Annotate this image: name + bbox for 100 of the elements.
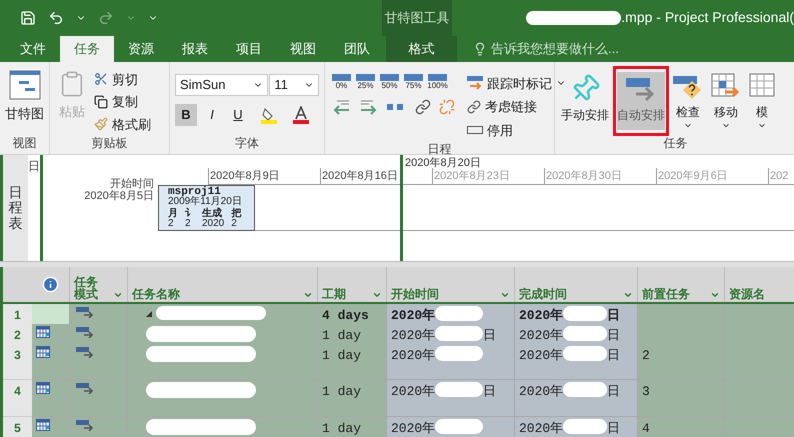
copy-button[interactable]: 复制	[94, 92, 151, 112]
percent-complete-button[interactable]: 25%	[355, 74, 376, 91]
indent-icon[interactable]	[359, 98, 379, 115]
task-mode-button[interactable]: 模	[745, 66, 779, 136]
save-icon[interactable]	[20, 10, 36, 26]
bar-field-label: 讠	[185, 208, 195, 219]
percent-complete-button[interactable]: 75%	[403, 74, 424, 91]
ribbon-tab[interactable]: 任务	[60, 36, 114, 62]
timescale-label: 2020年8月9日	[208, 168, 320, 184]
finish-cell-text: 日	[607, 347, 620, 365]
link-icon[interactable]	[415, 98, 431, 115]
auto-scheduled-icon	[76, 382, 94, 394]
context-group-label: 甘特图工具	[382, 0, 452, 36]
task-mode-button[interactable]: 自动安排	[613, 66, 669, 136]
info-icon	[42, 276, 59, 293]
gantt-chart-button[interactable]: 甘特图	[5, 70, 44, 124]
start-cell-text: 2020年	[391, 420, 436, 437]
cut-button[interactable]: 剪切	[94, 70, 151, 90]
column-header[interactable]: 任务 模式	[70, 267, 128, 302]
column-header[interactable]: 任务名称	[128, 267, 318, 302]
start-cell-text: 日	[483, 327, 496, 344]
task-mode-button[interactable]: 检查	[669, 66, 707, 136]
underline-button[interactable]: U	[227, 104, 249, 126]
start-cell-text: 2020年	[391, 327, 436, 344]
redaction-mark	[435, 326, 484, 341]
timescale-label: 2020年8月23日	[432, 168, 544, 184]
finish-cell-text: 2020年	[519, 347, 564, 365]
font-name-dropdown[interactable]: SimSun	[175, 74, 268, 96]
italic-button[interactable]: I	[201, 104, 223, 126]
percent-complete-button[interactable]: 0%	[331, 74, 352, 91]
timescale-label: 202	[768, 168, 788, 184]
finish-cell-text: 2020年	[519, 327, 564, 344]
font-size-dropdown[interactable]: 11	[269, 74, 319, 96]
link-check-icon	[467, 100, 481, 114]
timescale-label: 2020年8月30日	[544, 168, 656, 184]
collapse-icon[interactable]	[146, 311, 152, 317]
duration-cell: 1 day	[318, 344, 387, 380]
auto-scheduled-icon	[76, 326, 94, 338]
row-number[interactable]: 3	[3, 344, 32, 380]
column-header[interactable]: 开始时间	[387, 267, 515, 302]
bar-field-value: 2020	[202, 218, 224, 229]
inspect-icon	[673, 73, 703, 102]
finish-cell-text: 日	[607, 420, 620, 437]
inactive-bar-icon	[467, 126, 483, 134]
group-label: 剪贴板	[90, 135, 128, 152]
caret-icon	[372, 290, 382, 300]
tell-me-field[interactable]: 告诉我您想要做什么...	[457, 36, 619, 62]
task-mode-button[interactable]: 移动	[707, 66, 745, 136]
caret-icon	[710, 290, 720, 300]
start-cell-text: 日	[483, 383, 496, 401]
undo-icon[interactable]	[48, 10, 64, 26]
ribbon-tab[interactable]: 报表	[168, 36, 222, 62]
caret-icon	[303, 290, 313, 300]
percent-complete-button[interactable]: 100%	[427, 74, 448, 91]
font-color-icon[interactable]	[293, 106, 309, 124]
duration-cell: 1 day	[318, 380, 387, 417]
ribbon-tab[interactable]: 格式	[386, 36, 457, 62]
ribbon-tab[interactable]: 资源	[114, 36, 168, 62]
bar-field-label: 把	[231, 208, 242, 219]
column-header[interactable]: 资源名	[725, 267, 794, 302]
predecessor-cell: 3	[638, 380, 725, 417]
ribbon-tab[interactable]: 文件	[6, 36, 60, 62]
ribbon-tab[interactable]: 视图	[276, 36, 330, 62]
calendar-icon	[36, 326, 50, 338]
outdent-icon[interactable]	[331, 98, 351, 115]
group-label: 日程	[426, 141, 452, 157]
bar-field-label: 生成	[202, 208, 223, 219]
copy-icon	[94, 94, 108, 109]
redaction-mark	[563, 419, 608, 434]
bar-field-label: 月	[168, 208, 178, 219]
finish-cell-text: 2020年	[519, 420, 564, 437]
finish-cell-text: 2020年	[519, 307, 564, 324]
bold-button[interactable]: B	[175, 104, 197, 126]
redaction-mark	[435, 419, 484, 434]
start-cell-text: 2020年	[391, 383, 436, 401]
column-header[interactable]: 完成时间	[515, 267, 638, 302]
start-cell-text: 2020年	[391, 347, 436, 365]
paintbrush-icon	[94, 117, 108, 132]
format-painter-button[interactable]: 格式刷	[94, 114, 151, 134]
predecessor-cell: 4	[638, 417, 725, 437]
column-header[interactable]: 前置任务	[638, 267, 725, 302]
bar-arrow-icon	[467, 76, 483, 90]
timescale-label: 日	[28, 158, 40, 173]
caret-icon	[113, 290, 123, 300]
redaction-mark	[435, 306, 484, 321]
percent-complete-button[interactable]: 50%	[379, 74, 400, 91]
duration-cell: 1 day	[318, 417, 387, 437]
finish-cell-text: 2020年	[519, 383, 564, 401]
duration-cell: 1 day	[318, 324, 387, 345]
fill-color-icon[interactable]	[261, 106, 277, 124]
finish-cell-text: 日	[607, 383, 620, 401]
lightbulb-icon	[473, 42, 487, 56]
redaction-mark	[563, 382, 608, 397]
column-header[interactable]: 工期	[318, 267, 387, 302]
start-date: 2020年8月5日	[84, 190, 154, 202]
ribbon-tab[interactable]: 团队	[330, 36, 384, 62]
ribbon-tab[interactable]: 项目	[222, 36, 276, 62]
bar-field-value: 2	[231, 218, 237, 229]
bar-title: msproj11	[168, 186, 221, 197]
bar-field-value: 2	[168, 218, 175, 229]
